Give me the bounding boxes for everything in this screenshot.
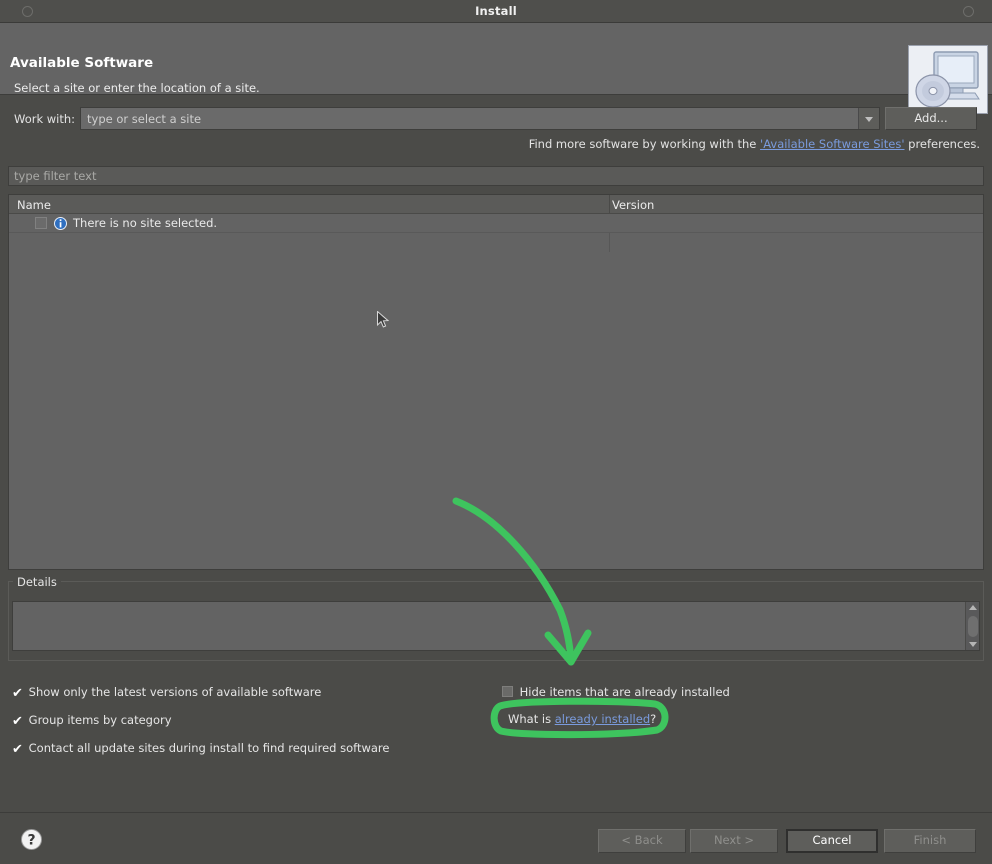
what-is-suffix: ? xyxy=(650,712,657,726)
available-software-table[interactable]: Name Version There is no site selected. xyxy=(8,194,984,570)
dialog-title: Install xyxy=(475,4,517,18)
filter-input[interactable] xyxy=(9,167,983,185)
window-close-icon[interactable] xyxy=(963,6,974,17)
column-divider[interactable] xyxy=(609,195,610,213)
checkbox-contact-all-update-sites[interactable]: ✔ Contact all update sites during instal… xyxy=(12,741,390,757)
install-dialog: Install Available Software Select a site… xyxy=(0,0,992,864)
info-icon xyxy=(54,217,67,230)
back-button[interactable]: < Back xyxy=(598,829,686,853)
chevron-down-icon[interactable] xyxy=(858,108,879,129)
checkmark-icon: ✔ xyxy=(12,686,23,701)
checkbox-label: Contact all update sites during install … xyxy=(28,741,390,755)
finish-button[interactable]: Finish xyxy=(884,829,976,853)
checkbox-label: Show only the latest versions of availab… xyxy=(28,685,322,699)
checkbox-group-items-by-category[interactable]: ✔ Group items by category xyxy=(12,713,172,729)
row-checkbox[interactable] xyxy=(35,217,47,229)
checkmark-icon: ✔ xyxy=(12,714,23,729)
help-question-icon[interactable]: ? xyxy=(20,828,43,851)
scroll-down-icon[interactable] xyxy=(969,642,977,647)
page-title: Available Software xyxy=(10,55,154,71)
mouse-cursor xyxy=(377,311,389,328)
install-monitor-disc-icon xyxy=(908,45,988,114)
page-subtitle: Select a site or enter the location of a… xyxy=(14,81,260,95)
what-is-already-installed-text: What is already installed? xyxy=(508,712,656,726)
row-column-divider xyxy=(609,233,610,252)
already-installed-link[interactable]: already installed xyxy=(555,712,650,726)
details-scrollbar[interactable] xyxy=(965,602,979,650)
empty-checkbox-icon xyxy=(502,686,513,697)
svg-text:?: ? xyxy=(27,833,35,849)
find-more-prefix: Find more software by working with the xyxy=(528,137,757,151)
bottom-separator xyxy=(0,812,992,813)
table-row[interactable]: There is no site selected. xyxy=(9,214,983,252)
checkbox-hide-already-installed[interactable]: Hide items that are already installed xyxy=(502,685,730,699)
scrollbar-thumb[interactable] xyxy=(968,616,978,637)
cancel-button[interactable]: Cancel xyxy=(786,829,878,853)
row-name-cell: There is no site selected. xyxy=(73,216,218,230)
work-with-combo[interactable] xyxy=(80,107,880,130)
next-button[interactable]: Next > xyxy=(690,829,778,853)
dialog-titlebar: Install xyxy=(0,0,992,23)
add-site-button[interactable]: Add... xyxy=(885,107,977,130)
available-software-sites-link[interactable]: 'Available Software Sites' xyxy=(760,137,904,151)
checkbox-show-only-latest-versions[interactable]: ✔ Show only the latest versions of avail… xyxy=(12,685,321,701)
find-more-suffix: preferences. xyxy=(908,137,980,151)
work-with-label: Work with: xyxy=(14,112,76,126)
column-header-version[interactable]: Version xyxy=(612,198,654,212)
filter-field[interactable] xyxy=(8,166,984,186)
scroll-up-icon[interactable] xyxy=(969,605,977,610)
table-header-row: Name Version xyxy=(9,195,983,214)
what-is-prefix: What is xyxy=(508,712,552,726)
details-label: Details xyxy=(13,575,61,589)
details-textarea[interactable] xyxy=(12,601,980,651)
work-with-input[interactable] xyxy=(81,108,853,129)
checkmark-icon: ✔ xyxy=(12,742,23,757)
column-header-name[interactable]: Name xyxy=(17,198,51,212)
find-more-software-text: Find more software by working with the '… xyxy=(529,137,980,151)
checkbox-label: Group items by category xyxy=(28,713,172,727)
wizard-banner: Available Software Select a site or ente… xyxy=(0,23,992,114)
checkbox-label: Hide items that are already installed xyxy=(519,685,730,699)
